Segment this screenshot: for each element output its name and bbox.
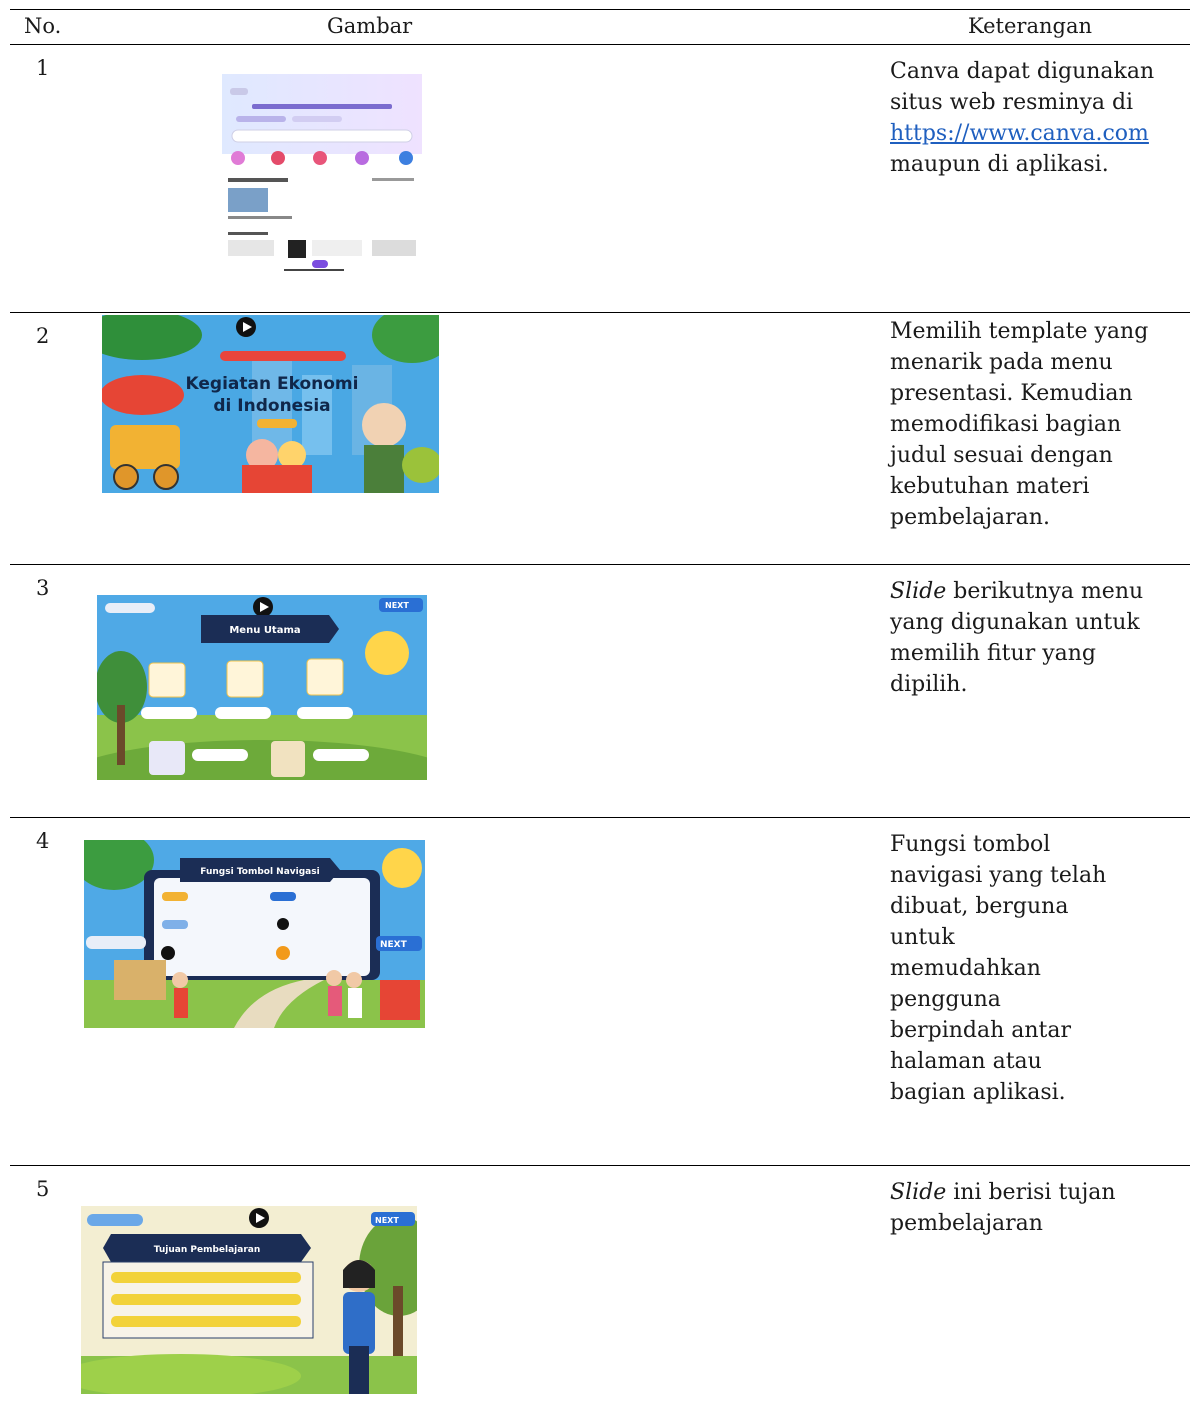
slide-cover-kegiatan-ekonomi: Kegiatan Ekonomi di Indonesia [102,315,439,493]
row-3-line-3: memilih fitur yang [890,641,1097,666]
row-3-number: 3 [36,576,50,600]
slide-3-next: NEXT [385,601,409,610]
canva-app-screenshot [222,74,422,272]
row-1-number: 1 [36,56,50,80]
row-4-bottom-rule [10,1165,1190,1166]
row-4-description: Fungsi tombol navigasi yang telah dibuat… [890,829,1180,1108]
row-5-line-2: pembelajaran [890,1211,1043,1236]
row-2-line-5: judul sesuai dengan [890,443,1113,468]
row-4-line-9: bagian aplikasi. [890,1080,1066,1105]
row-3-description: Slide berikutnya menu yang digunakan unt… [890,576,1180,700]
row-2-line-2: menarik pada menu [890,350,1113,375]
row-2-line-7: pembelajaran. [890,505,1050,530]
slide-5-next: NEXT [375,1216,399,1225]
row-2-number: 2 [36,324,50,348]
row-3-line-1-rest: berikutnya menu [946,579,1144,604]
row-5-number: 5 [36,1177,50,1201]
row-4-number: 4 [36,829,50,853]
header-no: No. [24,14,62,38]
row-1-line-4: maupun di aplikasi. [890,152,1109,177]
row-3-line-2: yang digunakan untuk [890,610,1140,635]
slide-2-title-1: Kegiatan Ekonomi [186,374,359,394]
slide-4-banner: Fungsi Tombol Navigasi [200,867,319,877]
row-3-line-4: dipilih. [890,672,968,697]
slide-italic: Slide [890,579,947,604]
row-4-line-4: untuk [890,925,955,950]
header-gambar: Gambar [327,14,413,38]
slide-3-banner: Menu Utama [229,625,300,636]
slide-5-banner: Tujuan Pembelajaran [154,1245,261,1255]
row-2-line-1: Memilih template yang [890,319,1149,344]
row-2-description: Memilih template yang menarik pada menu … [890,316,1180,533]
row-2-line-4: memodifikasi bagian [890,412,1122,437]
row-4-line-6: pengguna [890,987,1001,1012]
canva-link[interactable]: https://www.canva.com [890,121,1149,146]
row-4-line-2: navigasi yang telah [890,863,1107,888]
header-bottom-rule [10,44,1190,45]
row-2-bottom-rule [10,564,1190,565]
row-5-description: Slide ini berisi tujan pembelajaran [890,1177,1180,1239]
row-2-line-3: presentasi. Kemudian [890,381,1133,406]
row-4-line-3: dibuat, berguna [890,894,1069,919]
table-top-rule [10,9,1190,10]
row-1-line-1: Canva dapat digunakan [890,59,1155,84]
slide-4-next: NEXT [380,940,408,950]
row-2-line-6: kebutuhan materi [890,474,1090,499]
row-5-line-1-rest: ini berisi tujan [946,1180,1116,1205]
row-1-line-2: situs web resminya di [890,90,1134,115]
row-4-line-5: memudahkan [890,956,1041,981]
row-4-line-7: berpindah antar [890,1018,1072,1043]
slide-fungsi-tombol-navigasi: Fungsi Tombol Navigasi NEXT [84,840,425,1028]
row-1-description: Canva dapat digunakan situs web resminya… [890,56,1180,180]
row-1-bottom-rule [10,312,1190,313]
slide-2-title-2: di Indonesia [213,396,330,416]
header-keterangan: Keterangan [968,14,1092,38]
row-4-line-1: Fungsi tombol [890,832,1051,857]
slide-menu-utama: NEXT Menu Utama [97,595,427,780]
row-5-line-1: Slide ini berisi tujan [890,1177,1180,1208]
row-4-line-8: halaman atau [890,1049,1042,1074]
row-3-line-1: Slide berikutnya menu [890,576,1180,607]
row-3-bottom-rule [10,817,1190,818]
slide-tujuan-pembelajaran: NEXT Tujuan Pembelajaran [81,1206,417,1394]
slide-italic-5: Slide [890,1180,947,1205]
